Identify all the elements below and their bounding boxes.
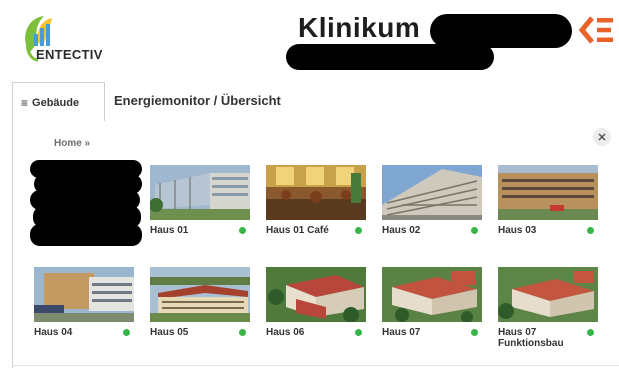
building-tile[interactable]: Haus 05 (150, 267, 250, 338)
status-indicator (355, 329, 362, 336)
building-tile[interactable]: Haus 07 (382, 267, 482, 338)
building-name: Haus 02 (382, 225, 421, 236)
building-tile[interactable]: Haus 01 Café (266, 165, 366, 236)
close-icon: ✕ (597, 131, 607, 144)
redaction-mark (30, 160, 144, 246)
buildings-panel: Home » ✕ Haus 01 Haus 01 Café Haus 02 Ha… (12, 121, 619, 368)
building-photo (382, 165, 482, 220)
redaction-mark (430, 14, 572, 48)
building-tile[interactable]: Haus 04 (34, 267, 134, 338)
building-name: Haus 01 (150, 225, 189, 236)
building-tile[interactable]: Haus 06 (266, 267, 366, 338)
status-indicator (355, 227, 362, 234)
building-photo (266, 267, 366, 322)
status-indicator (239, 227, 246, 234)
building-photo (150, 165, 250, 220)
breadcrumb[interactable]: Home » (54, 138, 90, 149)
page: ENTECTIV Klinikum ≡ Gebäude Energiemonit… (0, 0, 619, 368)
building-photo (266, 165, 366, 220)
tab-gebaeude-label: Gebäude (32, 96, 80, 109)
building-name: Haus 03 (498, 225, 537, 236)
hamburger-icon: ≡ (21, 95, 29, 110)
logo-text: ENTECTIV (36, 47, 103, 62)
page-title: Energiemonitor / Übersicht (114, 93, 281, 108)
status-indicator (123, 329, 130, 336)
building-photo (150, 267, 250, 322)
status-indicator (471, 227, 478, 234)
building-name: Haus 05 (150, 327, 189, 338)
divider (12, 365, 619, 366)
site-title: Klinikum (298, 12, 421, 43)
building-tile[interactable]: Haus 07 Funktionsbau (498, 267, 598, 349)
building-photo (498, 165, 598, 220)
building-name: Haus 04 (34, 327, 73, 338)
close-button[interactable]: ✕ (593, 128, 611, 146)
status-indicator (239, 329, 246, 336)
building-tile[interactable]: Haus 03 (498, 165, 598, 236)
status-indicator (471, 329, 478, 336)
tab-gebaeude[interactable]: ≡ Gebäude (12, 82, 105, 122)
status-indicator (587, 329, 594, 336)
building-photo (34, 267, 134, 322)
building-tile[interactable]: Haus 01 (150, 165, 250, 236)
tab-bar: ≡ Gebäude Energiemonitor / Übersicht (12, 82, 619, 122)
building-name: Haus 07 Funktionsbau (498, 327, 564, 349)
brand-mark-icon (578, 14, 616, 46)
building-photo (498, 267, 598, 322)
building-name: Haus 07 (382, 327, 421, 338)
building-tile[interactable]: Haus 02 (382, 165, 482, 236)
building-name: Haus 01 Café (266, 225, 329, 236)
status-indicator (587, 227, 594, 234)
building-name: Haus 06 (266, 327, 305, 338)
redaction-mark (286, 44, 494, 70)
building-photo (382, 267, 482, 322)
